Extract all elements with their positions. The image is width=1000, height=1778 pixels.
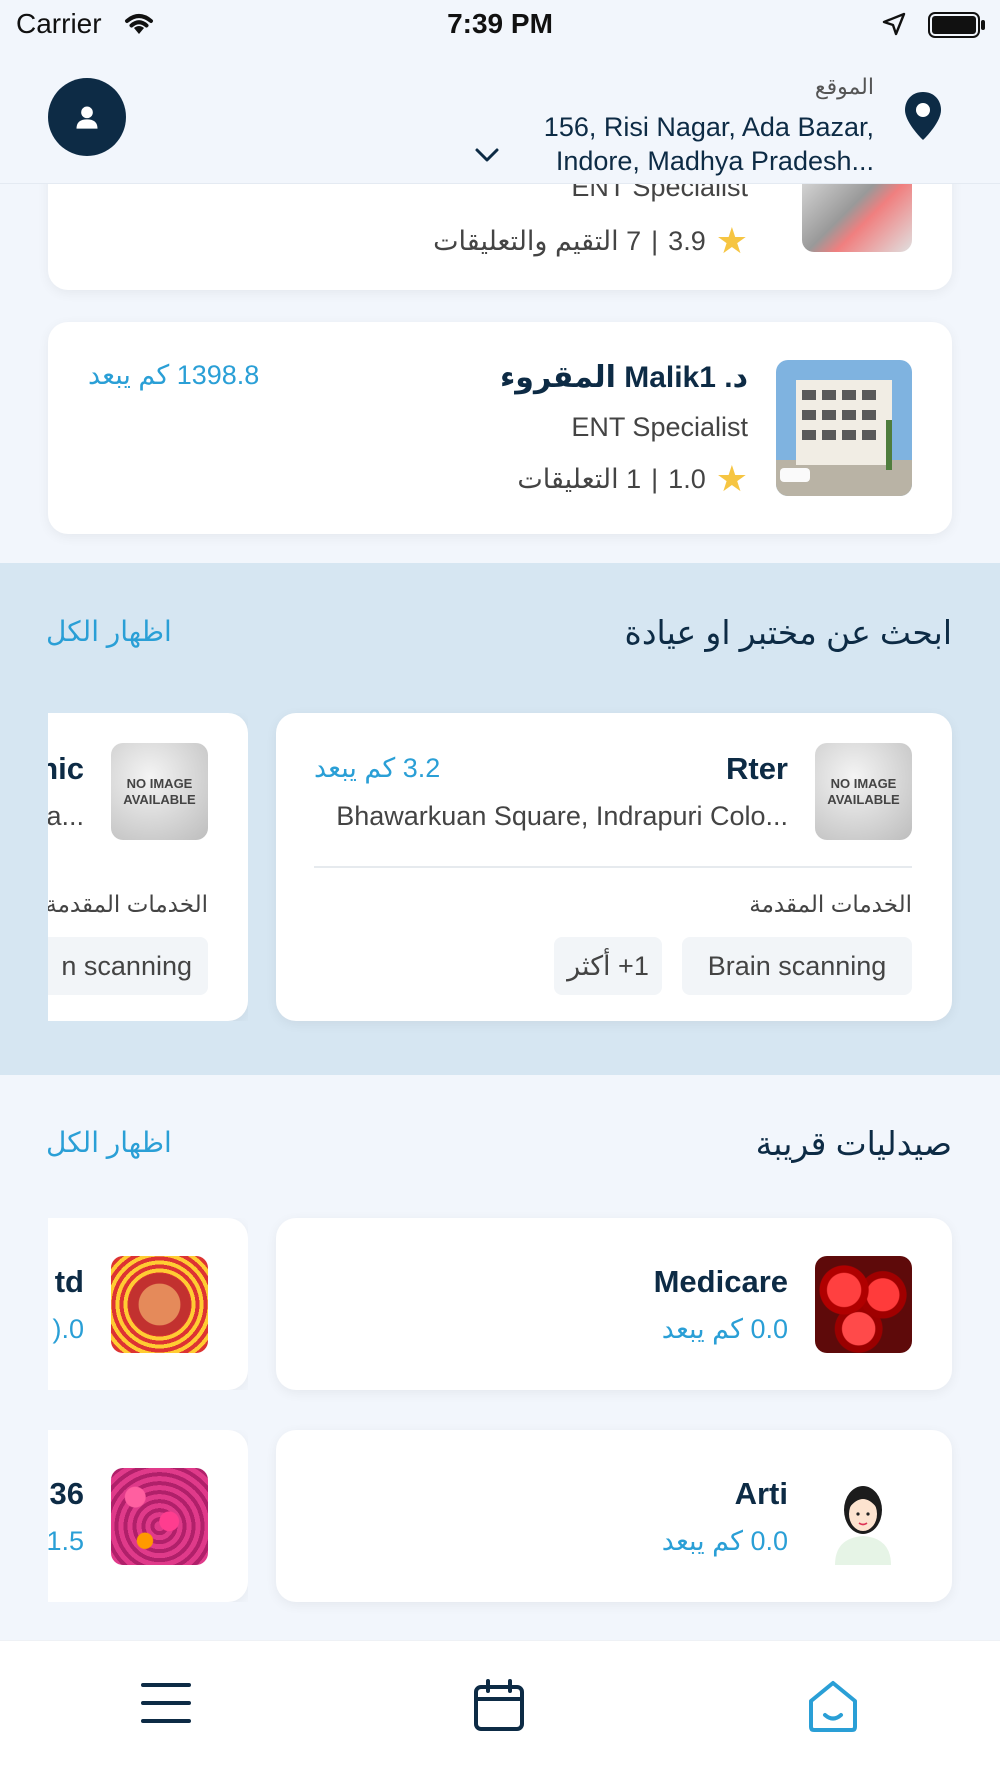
pharmacy-photo	[815, 1468, 912, 1565]
calendar-icon[interactable]	[472, 1679, 526, 1738]
doctor-distance: 1398.8 كم يبعد	[88, 360, 260, 390]
pharmacy-card-body: 36 1.5	[48, 1430, 248, 1602]
pharmacy-card[interactable]: Medicare 0.0 كم يبعد	[276, 1218, 952, 1390]
doctor-rating: 7 التقيم والتعليقات | 3.9 ★	[433, 220, 748, 262]
more-services-chip[interactable]: 1+ أكثر	[554, 937, 662, 995]
star-icon: ★	[715, 220, 748, 261]
pharmacy-distance: 0.0 كم يبعد	[661, 1314, 788, 1344]
home-icon[interactable]	[806, 1679, 860, 1738]
review-count: 1 التعليقات	[517, 463, 642, 494]
pharmacy-photo	[111, 1256, 208, 1353]
pharmacy-photo	[111, 1468, 208, 1565]
chevron-down-icon[interactable]	[474, 146, 500, 169]
doctor-rating: 1 التعليقات | 1.0 ★	[517, 458, 748, 500]
user-icon	[76, 106, 98, 129]
pharmacy-name: Arti	[734, 1476, 788, 1511]
labs-section-title: ابحث عن مختبر او عيادة	[624, 614, 952, 651]
no-image-placeholder: NO IMAGE AVAILABLE	[815, 743, 912, 840]
location-header: الموقع 156, Risi Nagar, Ada Bazar, Indor…	[0, 54, 1000, 184]
pharmacy-name: td	[54, 1264, 84, 1299]
status-bar: Carrier 7:39 PM	[0, 0, 1000, 54]
rating-separator: |	[651, 225, 659, 256]
pharmacy-card-partial[interactable]: td ).0	[48, 1218, 248, 1390]
profile-avatar-button[interactable]	[48, 78, 126, 156]
rating-separator: |	[651, 463, 659, 494]
pharmacy-photo	[815, 1256, 912, 1353]
lab-name: Rter	[725, 751, 788, 786]
lab-card[interactable]: NO IMAGE AVAILABLE Rter 3.2 كم يبعد Bhaw…	[276, 713, 952, 1021]
pharmacy-distance: ).0	[52, 1314, 84, 1344]
pharmacy-name: Medicare	[653, 1264, 788, 1299]
labs-section: ابحث عن مختبر او عيادة اظهار الكل NO IMA…	[0, 563, 1000, 1075]
star-icon: ★	[715, 458, 748, 499]
location-pin-icon	[902, 90, 944, 147]
pharmacies-section-title: صيدليات قريبة	[755, 1125, 952, 1162]
lab-card-body: NO IMAGE AVAILABLE nic a... الخدمات المق…	[48, 713, 248, 1021]
app-screen: Carrier 7:39 PM الموقع 156, Risi Nagar, …	[0, 0, 1000, 1778]
pharmacy-card-partial[interactable]: 36 1.5	[48, 1430, 248, 1602]
service-chip[interactable]: Brain scanning	[682, 937, 912, 995]
lab-name: nic	[48, 751, 84, 786]
menu-icon[interactable]	[140, 1679, 192, 1732]
clock: 7:39 PM	[447, 8, 553, 39]
doctor-card[interactable]: د. Malik1 المقروء ENT Specialist 1 التعل…	[48, 322, 952, 534]
review-count: 7 التقيم والتعليقات	[433, 225, 642, 256]
location-label: الموقع	[814, 74, 874, 99]
location-arrow-icon	[882, 12, 906, 41]
services-label: الخدمات المقدمة	[749, 891, 912, 917]
no-image-placeholder: NO IMAGE AVAILABLE	[111, 743, 208, 840]
lab-address: Bhawarkuan Square, Indrapuri Colo...	[336, 801, 788, 831]
pharmacy-distance: 1.5	[48, 1526, 84, 1556]
lab-card-partial[interactable]: NO IMAGE AVAILABLE nic a... الخدمات المق…	[48, 713, 248, 1021]
rating-value: 3.9	[668, 225, 706, 256]
doctor-name: د. Malik1 المقروء	[499, 361, 748, 394]
labs-view-all-link[interactable]: اظهار الكل	[46, 615, 172, 648]
pharmacy-name: 36	[49, 1476, 84, 1511]
pharmacy-card[interactable]: Arti 0.0 كم يبعد	[276, 1430, 952, 1602]
pharmacy-card-body: td ).0	[48, 1218, 248, 1390]
pharmacies-view-all-link[interactable]: اظهار الكل	[46, 1126, 172, 1159]
lab-distance: 3.2 كم يبعد	[314, 753, 441, 783]
doctor-specialty: ENT Specialist	[571, 412, 748, 442]
service-chip[interactable]: n scanning	[48, 937, 208, 995]
clinic-building-photo	[776, 360, 912, 496]
divider	[314, 866, 912, 868]
battery-icon	[928, 11, 986, 44]
location-address-button[interactable]: 156, Risi Nagar, Ada Bazar, Indore, Madh…	[434, 110, 874, 178]
bottom-navigation	[0, 1640, 1000, 1778]
rating-value: 1.0	[668, 463, 706, 494]
services-label: الخدمات المقدمة	[48, 891, 208, 917]
pharmacy-distance: 0.0 كم يبعد	[661, 1526, 788, 1556]
lab-address: a...	[48, 801, 84, 831]
address-line-2: Indore, Madhya Pradesh...	[555, 146, 874, 176]
address-line-1: 156, Risi Nagar, Ada Bazar,	[543, 112, 874, 142]
